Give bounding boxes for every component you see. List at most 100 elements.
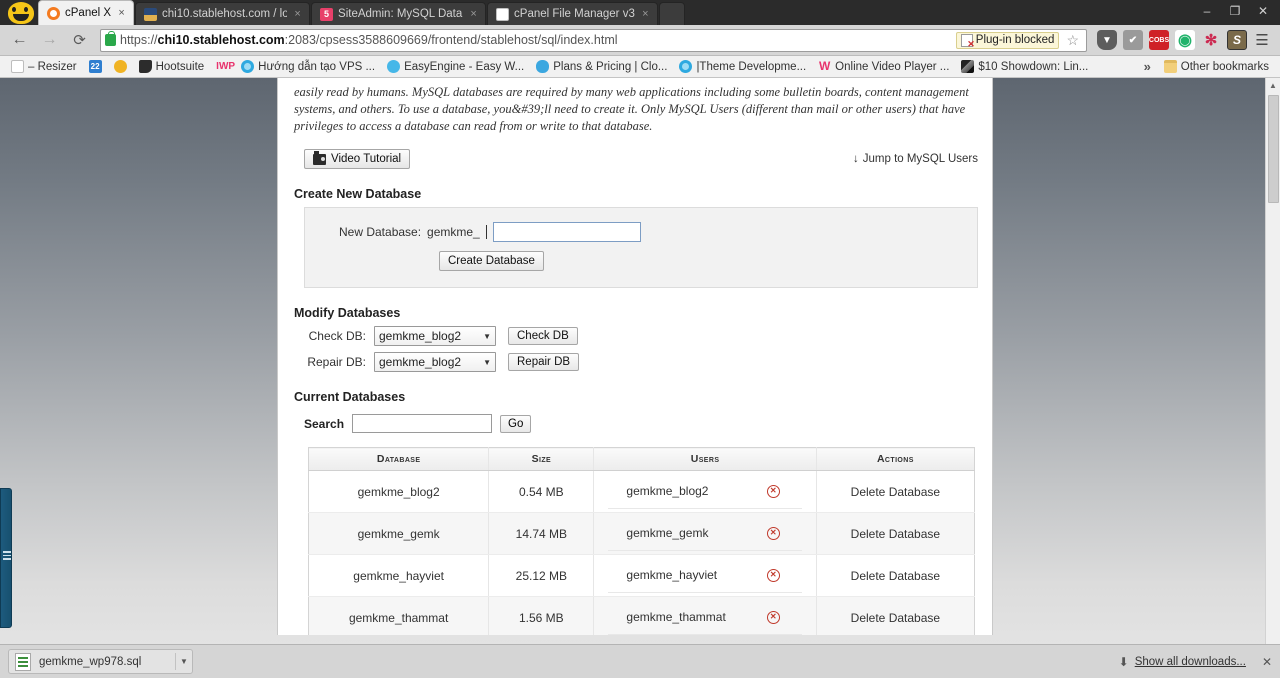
tab-strip: cPanel X × chi10.stablehost.com / lo × 5… [0, 0, 1280, 25]
hamburger-icon [3, 549, 11, 562]
tutorial-row: Video Tutorial ↓ Jump to MySQL Users [278, 135, 992, 169]
bookmark-showdown[interactable]: $10 Showdown: Lin... [956, 59, 1093, 74]
folder-icon [1163, 60, 1177, 73]
scrollbar-thumb[interactable] [1268, 95, 1279, 203]
tab-label: chi10.stablehost.com / lo [162, 8, 288, 20]
sql-file-icon [15, 652, 31, 671]
remove-user-icon[interactable]: ✕ [766, 610, 780, 624]
page-scrollbar[interactable]: ▲ [1265, 78, 1280, 653]
maximize-button[interactable]: ❐ [1222, 2, 1248, 20]
check-db-select[interactable]: gemkme_blog2 ▼ [374, 326, 496, 346]
create-database-button[interactable]: Create Database [439, 251, 544, 271]
cell-actions: Delete Database [816, 554, 975, 597]
bookmark-resizer[interactable]: – Resizer [6, 59, 82, 74]
delete-database-link[interactable]: Delete Database [851, 485, 940, 499]
bookmarks-overflow-icon[interactable]: » [1138, 59, 1157, 74]
repair-db-selected-value: gemkme_blog2 [379, 355, 462, 369]
bookmark-online-video-player[interactable]: W Online Video Player ... [813, 59, 954, 74]
cell-actions: Delete Database [816, 596, 975, 635]
wvideo-icon: W [819, 59, 831, 73]
close-downloads-bar-icon[interactable]: ✕ [1262, 655, 1272, 669]
new-database-input[interactable] [492, 222, 641, 242]
browser-tab-file-manager[interactable]: cPanel File Manager v3 × [487, 2, 658, 25]
delete-database-link[interactable]: Delete Database [851, 611, 940, 625]
new-tab-button[interactable] [658, 2, 685, 25]
scroll-up-icon[interactable]: ▲ [1266, 78, 1280, 94]
down-arrow-icon: ↓ [853, 153, 859, 165]
search-input[interactable] [352, 414, 493, 433]
delete-database-link[interactable]: Delete Database [851, 527, 940, 541]
bookmark-huong-dan-vps[interactable]: Hướng dẫn tạo VPS ... [236, 59, 380, 74]
browser-menu-icon[interactable]: ☰ [1250, 31, 1274, 49]
show-all-downloads-link[interactable]: ⬇ Show all downloads... [1119, 655, 1246, 669]
bookmark-hootsuite[interactable]: Hootsuite [134, 59, 210, 74]
user-line: gemkme_thammat ✕ [608, 600, 802, 635]
bookmark-easyengine[interactable]: EasyEngine - Easy W... [382, 59, 529, 74]
close-icon[interactable]: × [468, 8, 479, 20]
bookmark-plans-pricing[interactable]: Plans & Pricing | Clo... [531, 59, 672, 74]
plugin-blocked-label: Plug-in blocked [975, 34, 1055, 46]
create-new-database-heading: Create New Database [294, 187, 422, 201]
download-item[interactable]: gemkme_wp978.sql ▼ [8, 649, 193, 674]
new-database-label: New Database: [339, 225, 422, 239]
hootsuite-icon [138, 60, 152, 73]
close-icon[interactable]: × [116, 7, 127, 19]
new-database-prefix: gemkme_ [427, 225, 480, 239]
close-icon[interactable]: × [640, 8, 651, 20]
delete-database-link[interactable]: Delete Database [851, 569, 940, 583]
jump-to-mysql-users-link[interactable]: ↓ Jump to MySQL Users [853, 153, 978, 165]
blue-22-icon: 22 [88, 60, 102, 73]
cpanel-content-panel: easily read by humans. MySQL databases a… [277, 78, 993, 635]
chevron-down-icon[interactable]: ▼ [175, 653, 188, 670]
databases-table: Database Size Users Actions gemkme_blog2… [308, 447, 975, 635]
document-bookmark-icon [11, 60, 24, 73]
side-panel-handle[interactable] [0, 488, 12, 628]
remove-user-icon[interactable]: ✕ [766, 526, 780, 540]
jump-label: Jump to MySQL Users [862, 153, 978, 165]
create-database-box: New Database: gemkme_ Create Database [304, 207, 978, 288]
cyan-circle-icon [241, 60, 255, 73]
minimize-button[interactable]: – [1194, 2, 1220, 20]
remove-user-icon[interactable]: ✕ [766, 568, 780, 582]
browser-tab-cpanel-x[interactable]: cPanel X × [38, 0, 135, 25]
colors-extension-icon[interactable]: ✻ [1201, 30, 1221, 50]
back-icon[interactable]: ← [6, 28, 33, 53]
browser-tab-siteadmin-mysql[interactable]: 5 SiteAdmin: MySQL Datab × [311, 2, 487, 25]
cell-database-size: 25.12 MB [488, 554, 595, 597]
green-circle-extension-icon[interactable]: ◉ [1175, 30, 1195, 50]
video-tutorial-label: Video Tutorial [331, 153, 402, 165]
download-arrow-icon: ⬇ [1118, 654, 1129, 669]
bookmark-iwp[interactable]: IWP [211, 59, 235, 74]
close-window-button[interactable]: ✕ [1250, 2, 1276, 20]
table-row: gemkme_gemk 14.74 MB gemkme_gemk ✕ Delet… [308, 512, 975, 555]
user-line: gemkme_hayviet ✕ [608, 558, 802, 593]
search-go-button[interactable]: Go [500, 414, 532, 433]
shield-extension-icon[interactable]: ▼ [1097, 30, 1117, 50]
video-tutorial-button[interactable]: Video Tutorial [304, 149, 411, 169]
check-db-button[interactable]: Check DB [508, 327, 578, 345]
cobs-extension-icon[interactable]: COBS [1149, 30, 1169, 50]
repair-db-button[interactable]: Repair DB [508, 353, 580, 371]
reload-icon[interactable]: ⟳ [66, 28, 93, 53]
s-extension-icon[interactable]: S [1227, 30, 1247, 50]
bookmark-orange[interactable] [109, 59, 132, 74]
cell-database-users: gemkme_gemk ✕ [593, 512, 817, 555]
theme-icon [679, 60, 693, 73]
text-cursor-icon [485, 225, 487, 239]
databases-table-head: Database Size Users Actions [308, 447, 975, 471]
document-favicon [496, 7, 510, 21]
forward-icon[interactable]: → [36, 28, 63, 53]
address-bar[interactable]: https://chi10.stablehost.com:2083/cpsess… [100, 28, 1087, 52]
bookmark-theme-development[interactable]: |Theme Developme... [674, 59, 811, 74]
remove-user-icon[interactable]: ✕ [766, 484, 780, 498]
bookmark-blue-22[interactable]: 22 [84, 59, 107, 74]
other-bookmarks-label: Other bookmarks [1180, 60, 1269, 73]
other-bookmarks-folder[interactable]: Other bookmarks [1159, 59, 1274, 74]
repair-db-select[interactable]: gemkme_blog2 ▼ [374, 352, 496, 372]
cell-database-size: 0.54 MB [488, 470, 595, 513]
bookmark-star-icon[interactable]: ☆ [1063, 32, 1082, 49]
browser-tab-stablehost[interactable]: chi10.stablehost.com / lo × [135, 2, 311, 25]
close-icon[interactable]: × [292, 8, 303, 20]
plugin-blocked-badge[interactable]: Plug-in blocked [955, 31, 1060, 50]
checkmark-extension-icon[interactable]: ✔ [1123, 30, 1143, 50]
